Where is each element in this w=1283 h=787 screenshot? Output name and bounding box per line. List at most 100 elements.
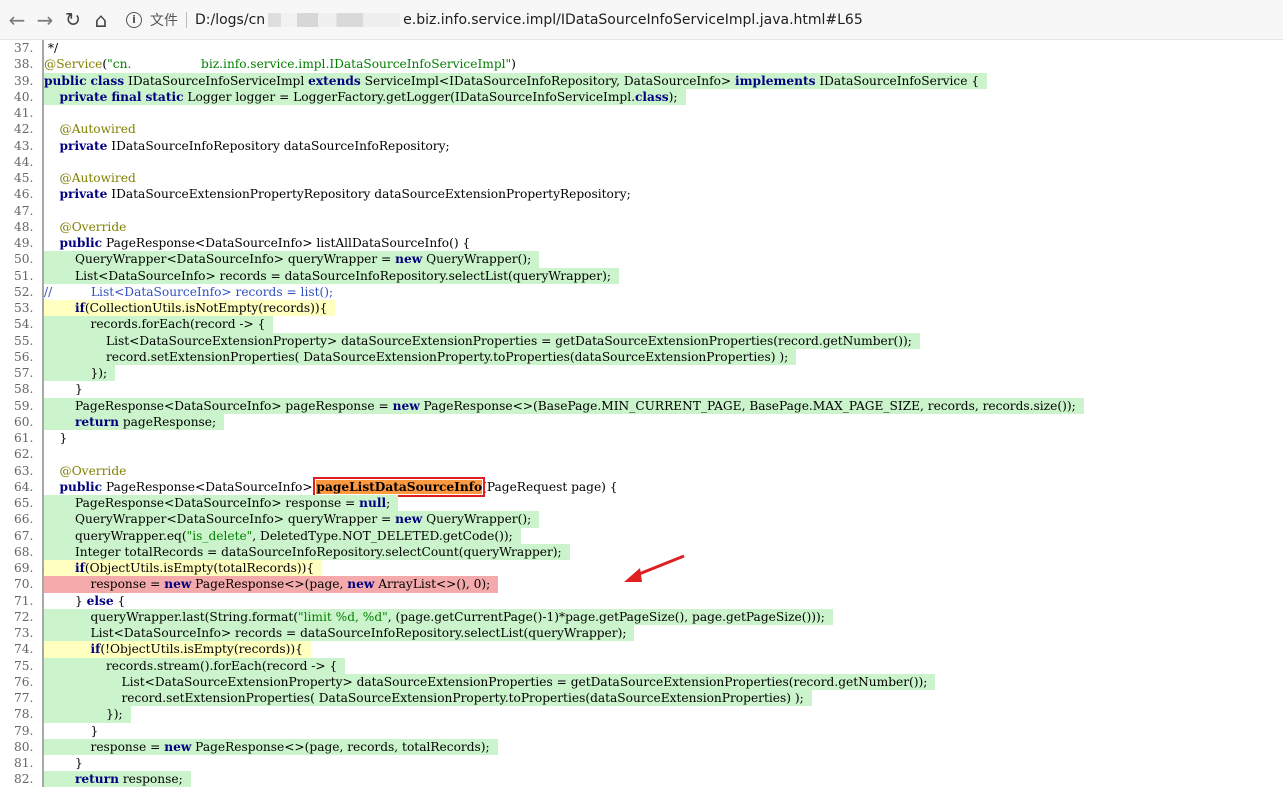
code-text: // List<DataSourceInfo> records = list()… xyxy=(44,284,334,299)
code-line: 71. } else { xyxy=(0,592,1283,609)
code-text: return pageResponse; xyxy=(44,413,225,430)
code-line: 55. List<DataSourceExtensionProperty> da… xyxy=(0,332,1283,349)
code-text: if(!ObjectUtils.isEmpty(records)){ xyxy=(44,641,311,658)
code-line: 48. @Override xyxy=(0,218,1283,235)
code-text: List<DataSourceExtensionProperty> dataSo… xyxy=(44,673,936,690)
line-number: 61. xyxy=(14,431,34,445)
address-separator xyxy=(186,11,187,28)
code-text: List<DataSourceExtensionProperty> dataSo… xyxy=(44,332,920,349)
code-line: 39. public class IDataSourceInfoServiceIm… xyxy=(0,72,1283,89)
line-number: 79. xyxy=(14,723,34,738)
code-line: 80. response = new PageResponse<>(page, … xyxy=(0,738,1283,755)
browser-toolbar: ← → ↻ ⌂ i 文件 D:/logs/cn e.biz.info.servi… xyxy=(0,0,1283,40)
code-line: 43. private IDataSourceInfoRepository da… xyxy=(0,137,1283,154)
back-arrow-icon[interactable]: ← xyxy=(6,8,28,32)
code-text: response = new PageResponse<>(page, reco… xyxy=(44,738,498,755)
code-text: response = new PageResponse<>(page, new … xyxy=(44,576,499,593)
code-line: 58. } xyxy=(0,381,1283,398)
highlighted-method-name: pageListDataSourceInfo xyxy=(313,476,486,497)
code-coverage-view: 37. */38. @Service("cn. biz.info.service.… xyxy=(0,40,1283,787)
code-text: QueryWrapper<DataSourceInfo> queryWrappe… xyxy=(44,511,540,528)
code-text: if(CollectionUtils.isNotEmpty(records)){ xyxy=(44,300,336,317)
code-line: 61. } xyxy=(0,430,1283,447)
line-number: 53. xyxy=(14,301,34,315)
code-line: 57. }); xyxy=(0,365,1283,382)
line-number: 65. xyxy=(14,496,34,510)
code-text: @Override xyxy=(59,219,127,234)
forward-arrow-icon[interactable]: → xyxy=(34,8,56,32)
code-text: } xyxy=(44,431,68,445)
code-text: queryWrapper.eq("is_delete", DeletedType… xyxy=(44,527,521,544)
url-prefix: D:/logs/cn xyxy=(195,11,266,28)
code-line: 42. @Autowired xyxy=(0,121,1283,138)
code-line: 59. PageResponse<DataSourceInfo> pageRes… xyxy=(0,397,1283,414)
code-line: 49. public PageResponse<DataSourceInfo> … xyxy=(0,235,1283,252)
line-number: 45. xyxy=(14,171,34,185)
code-text: @Override xyxy=(59,463,127,478)
reload-icon[interactable]: ↻ xyxy=(62,9,84,31)
line-number: 47. xyxy=(14,203,34,218)
line-number: 41. xyxy=(14,106,34,120)
code-line: 74. if(!ObjectUtils.isEmpty(records)){ xyxy=(0,641,1283,658)
code-line: 45. @Autowired xyxy=(0,170,1283,187)
code-text: List<DataSourceInfo> records = dataSourc… xyxy=(44,625,635,642)
line-number: 76. xyxy=(14,674,34,689)
code-text: }); xyxy=(44,365,116,382)
line-number: 59. xyxy=(14,398,34,413)
line-number: 54. xyxy=(14,317,34,332)
line-number: 60. xyxy=(14,414,34,429)
gutter-bar xyxy=(42,202,44,219)
code-text: PageResponse<DataSourceInfo> pageRespons… xyxy=(44,397,1084,414)
code-text: } xyxy=(44,382,83,397)
line-number: 43. xyxy=(14,138,34,153)
line-number: 70. xyxy=(14,577,34,592)
line-number: 71. xyxy=(14,593,34,608)
code-text: record.setExtensionProperties( DataSourc… xyxy=(44,348,797,365)
address-bar[interactable]: i 文件 D:/logs/cn e.biz.info.service.impl/… xyxy=(126,5,863,35)
line-number: 66. xyxy=(14,512,34,527)
line-number: 73. xyxy=(14,626,34,640)
code-line: 53. if(CollectionUtils.isNotEmpty(record… xyxy=(0,300,1283,317)
line-number: 39. xyxy=(14,73,34,88)
code-text: @Service("cn. biz.info.service.impl.IDat… xyxy=(44,57,516,72)
code-line: 77. record.setExtensionProperties( DataS… xyxy=(0,690,1283,707)
line-number: 77. xyxy=(14,691,34,705)
code-text: record.setExtensionProperties( DataSourc… xyxy=(44,690,812,707)
file-label: 文件 xyxy=(150,12,178,29)
code-text: public PageResponse<DataSourceInfo> list… xyxy=(59,236,471,250)
code-line: 60. return pageResponse; xyxy=(0,413,1283,430)
code-text: queryWrapper.last(String.format("limit %… xyxy=(44,608,833,625)
code-text: @Autowired xyxy=(59,171,136,185)
line-number: 58. xyxy=(14,382,34,397)
code-text: } xyxy=(44,723,99,738)
gutter-bar xyxy=(42,446,44,463)
code-text: records.stream().forEach(record -> { xyxy=(44,657,346,674)
line-number: 69. xyxy=(14,561,34,575)
code-text: }); xyxy=(44,706,131,723)
red-arrow-annotation xyxy=(624,554,685,582)
line-number: 75. xyxy=(14,658,34,673)
code-line: 40. private final static Logger logger =… xyxy=(0,88,1283,105)
line-number: 67. xyxy=(14,528,34,543)
code-line: 44. xyxy=(0,153,1283,170)
code-text: @Autowired xyxy=(59,122,136,137)
line-number: 51. xyxy=(14,268,34,283)
code-line: 63. @Override xyxy=(0,462,1283,479)
code-text: Integer totalRecords = dataSourceInfoRep… xyxy=(44,543,570,560)
line-number: 64. xyxy=(14,479,34,494)
info-icon[interactable]: i xyxy=(126,11,142,28)
line-number: 40. xyxy=(14,89,34,104)
home-icon[interactable]: ⌂ xyxy=(90,8,112,32)
code-text: return response; xyxy=(44,771,191,787)
line-number: 68. xyxy=(14,544,34,559)
line-number: 50. xyxy=(14,252,34,267)
url-redacted-segment xyxy=(268,12,401,27)
gutter-bar xyxy=(42,105,44,122)
line-number: 57. xyxy=(14,366,34,380)
code-line: 37. */ xyxy=(0,40,1283,57)
code-line: 62. xyxy=(0,446,1283,463)
code-text: private IDataSourceExtensionPropertyRepo… xyxy=(59,187,631,202)
line-number: 49. xyxy=(14,236,34,250)
code-text: private final static Logger logger = Log… xyxy=(44,88,686,105)
line-number: 80. xyxy=(14,739,34,754)
